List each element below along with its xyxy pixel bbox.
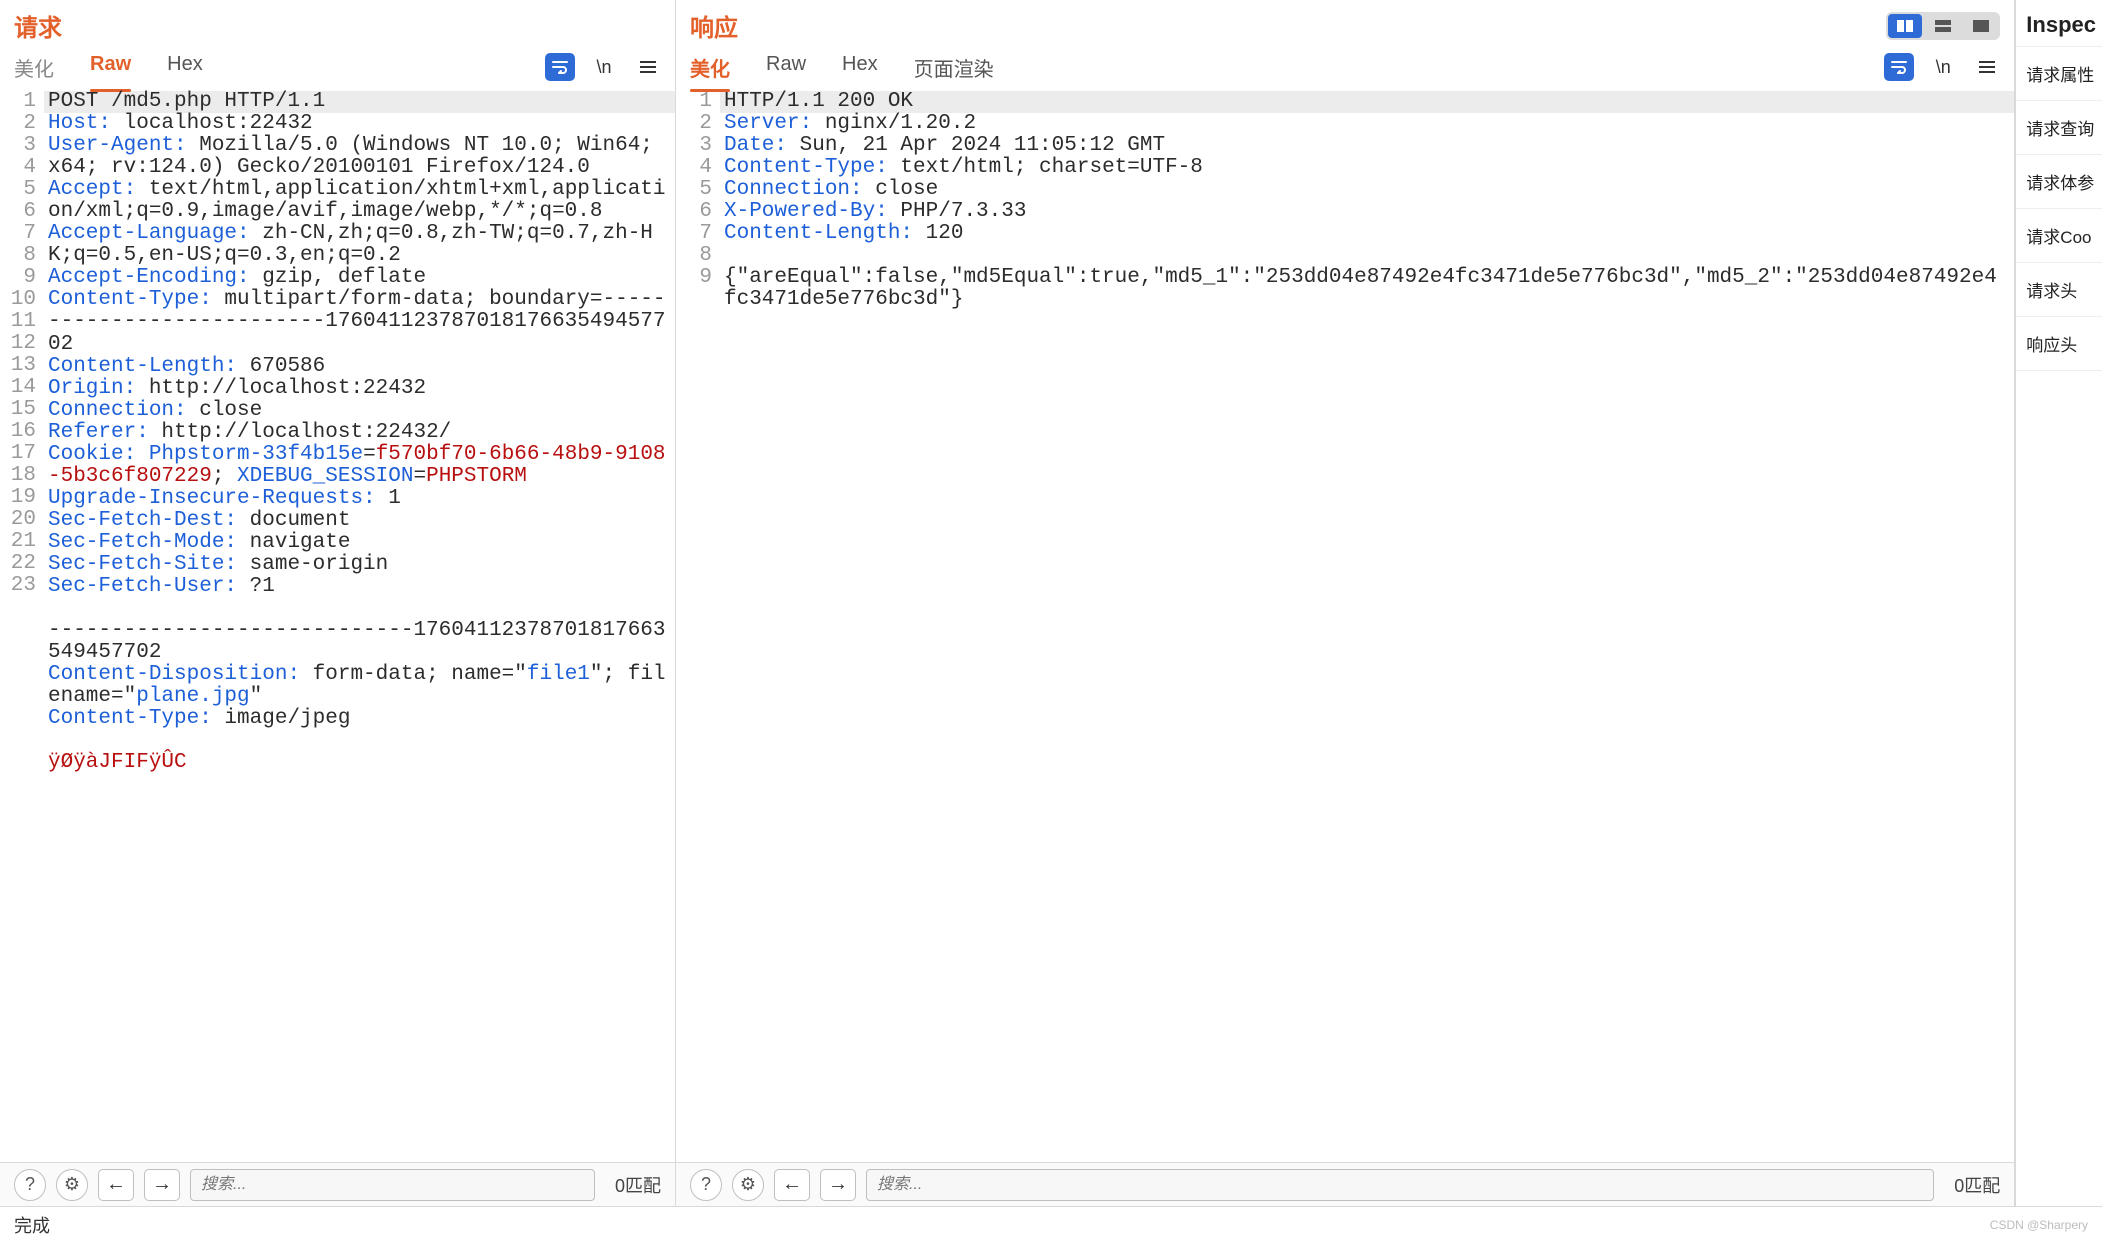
inspector-sidebar: Inspec 请求属性 请求查询 请求体参 请求Coo 请求头 响应头 [2015,0,2102,1206]
search-next-button[interactable]: → [820,1169,856,1201]
watermark: CSDN @Sharpery [1990,1218,2088,1232]
main-row: 请求 美化 Raw Hex \n 12345678910111213141516… [0,0,2102,1206]
request-search-input[interactable] [190,1169,595,1201]
sidebar-item[interactable]: 请求查询 [2016,101,2102,155]
response-panel: 响应 美化 Raw Hex 页面渲染 [676,0,2015,1206]
layout-rows-icon[interactable] [1926,14,1960,38]
wrap-toggle-icon[interactable] [1884,53,1914,81]
tab-response-hex[interactable]: Hex [842,47,878,88]
wrap-toggle-icon[interactable] [545,53,575,81]
tab-request-beautify[interactable]: 美化 [14,47,54,88]
sidebar-item[interactable]: 响应头 [2016,317,2102,371]
request-footer: ? ⚙ ← → 0匹配 [0,1162,675,1206]
sidebar-item[interactable]: 请求Coo [2016,209,2102,263]
app-root: 请求 美化 Raw Hex \n 12345678910111213141516… [0,0,2102,1242]
search-prev-button[interactable]: ← [98,1169,134,1201]
response-gutter: 123456789 [676,89,720,311]
response-title: 响应 [690,8,738,43]
settings-button[interactable]: ⚙ [732,1169,764,1201]
request-code[interactable]: POST /md5.php HTTP/1.1Host: localhost:22… [44,89,675,774]
tab-response-raw[interactable]: Raw [766,47,806,88]
response-search-input[interactable] [866,1169,1934,1201]
help-button[interactable]: ? [14,1169,46,1201]
sidebar-item[interactable]: 请求体参 [2016,155,2102,209]
request-panel: 请求 美化 Raw Hex \n 12345678910111213141516… [0,0,676,1206]
search-prev-button[interactable]: ← [774,1169,810,1201]
tab-request-raw[interactable]: Raw [90,47,131,88]
response-match-count: 0匹配 [1954,1172,2000,1198]
layout-toggle [1886,12,2000,40]
sidebar-item[interactable]: 请求属性 [2016,47,2102,101]
sidebar-item[interactable]: 请求头 [2016,263,2102,317]
menu-icon[interactable] [1972,53,2002,81]
newline-icon[interactable]: \n [589,53,619,81]
sidebar-title: Inspec [2016,0,2102,47]
layout-columns-icon[interactable] [1888,14,1922,38]
request-gutter: 1234567891011121314151617181920212223 [0,89,44,774]
response-code[interactable]: HTTP/1.1 200 OKServer: nginx/1.20.2Date:… [720,89,2014,311]
tab-response-render[interactable]: 页面渲染 [914,47,994,88]
newline-icon[interactable]: \n [1928,53,1958,81]
status-text: 完成 [14,1212,50,1238]
status-bar: 完成 CSDN @Sharpery [0,1206,2102,1242]
search-next-button[interactable]: → [144,1169,180,1201]
request-match-count: 0匹配 [615,1172,661,1198]
tab-request-hex[interactable]: Hex [167,47,203,88]
menu-icon[interactable] [633,53,663,81]
layout-single-icon[interactable] [1964,14,1998,38]
response-footer: ? ⚙ ← → 0匹配 [676,1162,2014,1206]
settings-button[interactable]: ⚙ [56,1169,88,1201]
request-title: 请求 [14,8,62,43]
help-button[interactable]: ? [690,1169,722,1201]
request-editor[interactable]: 1234567891011121314151617181920212223 PO… [0,89,675,1162]
tab-response-beautify[interactable]: 美化 [690,47,730,88]
response-editor[interactable]: 123456789 HTTP/1.1 200 OKServer: nginx/1… [676,89,2014,1162]
